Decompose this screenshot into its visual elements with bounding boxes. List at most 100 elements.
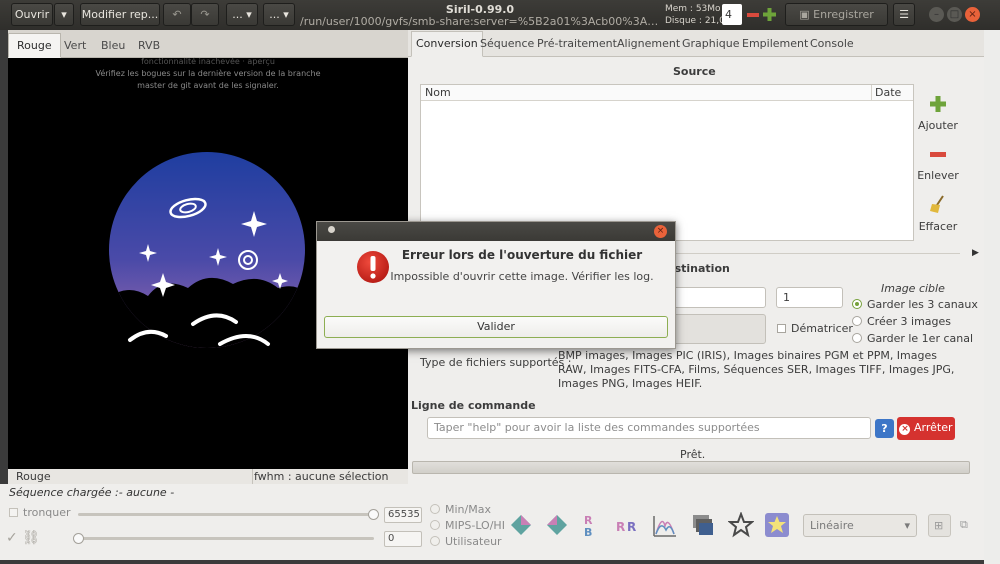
minus-icon[interactable] [746,8,760,22]
min-slider-track[interactable] [78,537,374,540]
memory-usage: Mem : 53Mo [665,4,721,14]
radio-label: Min/Max [445,503,491,516]
start-index-field[interactable]: 1 [776,287,843,308]
max-slider-track[interactable] [78,513,374,516]
radio-keep-3-channels[interactable]: Garder les 3 canaux [852,298,978,311]
redo-icon: ↷ [200,8,210,21]
scale-mode-select[interactable]: Linéaire ▾ [803,514,917,537]
zoom-fit-icon: ⊞ [934,519,944,532]
undo-button[interactable]: ↶ [163,3,191,26]
scale-mode-value: Linéaire [810,519,854,532]
rgb-align-icon[interactable]: RB [578,512,604,538]
radio-keep-1st-channel[interactable]: Garder le 1er canal [852,332,973,345]
tab-registration[interactable]: Alignement [612,31,685,57]
open-menu-button[interactable]: ▾ [54,3,74,26]
dialog-titlebar: × [317,222,675,241]
threads-spin[interactable]: 4 [722,4,742,25]
stop-button[interactable]: × Arrêter [897,417,955,440]
tab-rgb[interactable]: RVB [129,33,169,58]
close-button[interactable]: × [965,7,980,22]
min-value-field[interactable]: 0 [384,531,422,547]
histogram-icon[interactable] [652,512,678,538]
dev-notice-line2: master de git avant de les signaler. [137,81,279,90]
radio-user[interactable]: Utilisateur [430,535,502,548]
negative-view-icon[interactable] [508,512,534,538]
max-slider-knob[interactable] [368,509,379,520]
tab-plot[interactable]: Graphique [677,31,745,57]
detach-icon[interactable]: ⧉ [960,518,968,532]
status-fwhm: fwhm : aucune sélection [254,470,389,483]
demosaic-label: Dématricer [791,322,853,335]
tab-preprocessing[interactable]: Pré-traitement [532,31,622,57]
change-dir-button[interactable]: Modifier rep... [80,3,160,26]
clear-label: Effacer [918,220,958,233]
dialog-menu-icon[interactable] [328,226,335,233]
cut-checkbox[interactable]: tronquer [9,506,71,519]
file-list[interactable]: Nom Date [420,84,914,241]
clear-button[interactable]: Effacer [916,194,960,233]
help-button[interactable]: ? [875,419,894,438]
radio-indicator [852,333,862,343]
display-controls: Séquence chargée :- aucune - tronquer 65… [0,484,984,560]
radio-indicator [430,520,440,530]
tab-blue[interactable]: Bleu [92,33,134,58]
remove-button[interactable]: Enlever [916,147,960,182]
tab-stacking[interactable]: Empilement [737,31,813,57]
radio-indicator [852,299,862,309]
remove-icon [930,152,946,157]
demosaic-checkbox[interactable]: Dématricer [777,322,853,335]
chevron-down-icon: ▾ [904,519,910,532]
column-divider [871,85,872,101]
zoom-fit-button[interactable]: ⊞ [928,514,951,537]
min-slider-knob[interactable] [73,533,84,544]
background-window-edge [984,30,1000,564]
remove-label: Enlever [917,169,959,182]
column-name[interactable]: Nom [425,86,451,99]
radio-label: Garder le 1er canal [867,332,974,345]
main-tabs: Conversion Séquence Pré-traitement Align… [408,30,984,57]
minimize-button[interactable]: – [929,7,944,22]
tab-green[interactable]: Vert [55,33,95,58]
save-as-button[interactable]: ▣ Enregistrer sous [785,3,888,42]
extra-menu-button[interactable]: ... ▾ [263,3,295,26]
command-line-title: Ligne de commande [411,399,536,412]
radio-mips[interactable]: MIPS-LO/HI [430,519,505,532]
checkbox-box [777,324,786,333]
image-stack-icon[interactable] [690,512,716,538]
column-date[interactable]: Date [875,86,901,99]
tab-red[interactable]: Rouge [8,33,61,58]
main-menu-button[interactable]: ☰ [893,3,915,26]
ok-button[interactable]: Valider [324,316,668,338]
radio-indicator [852,316,862,326]
add-button[interactable]: Ajouter [916,95,960,132]
add-icon [930,96,946,112]
hamburger-icon: ☰ [899,8,909,21]
maximize-button[interactable]: □ [947,7,962,22]
tab-console[interactable]: Console [805,31,859,57]
link-icon[interactable]: ✓ ⛓ [6,530,40,546]
open-button[interactable]: Ouvrir [11,3,53,26]
undo-icon: ↶ [172,8,182,21]
tab-conversion[interactable]: Conversion [411,31,483,57]
plus-icon[interactable] [762,7,777,22]
dev-notice: fonctionnalité inachevée · aperçu Vérifi… [28,57,388,92]
radio-create-3-images[interactable]: Créer 3 images [852,315,951,328]
max-value-field[interactable]: 65535 [384,507,422,523]
scripts-menu-button[interactable]: ... ▾ [226,3,258,26]
star-filled-icon[interactable] [764,512,790,538]
expand-arrow-icon[interactable]: ▶ [972,248,979,258]
supported-types-label: Type de fichiers supportés : [420,356,572,369]
tab-sequence[interactable]: Séquence [475,31,539,57]
star-outline-icon[interactable] [728,512,754,538]
redo-button[interactable]: ↷ [191,3,219,26]
false-color-icon[interactable] [544,512,570,538]
source-title: Source [673,65,716,78]
channel-tabs: Rouge Vert Bleu RVB [8,30,408,58]
command-input[interactable]: Taper "help" pour avoir la liste des com… [427,417,871,439]
status-channel: Rouge [16,470,51,483]
dialog-close-button[interactable]: × [654,225,667,238]
title-bar: Ouvrir ▾ Modifier rep... ↶ ↷ ... ▾ ... ▾… [0,0,1000,42]
radio-minmax[interactable]: Min/Max [430,503,491,516]
help-icon: ? [881,422,888,435]
mirror-rb-icon[interactable]: RR [614,512,640,538]
